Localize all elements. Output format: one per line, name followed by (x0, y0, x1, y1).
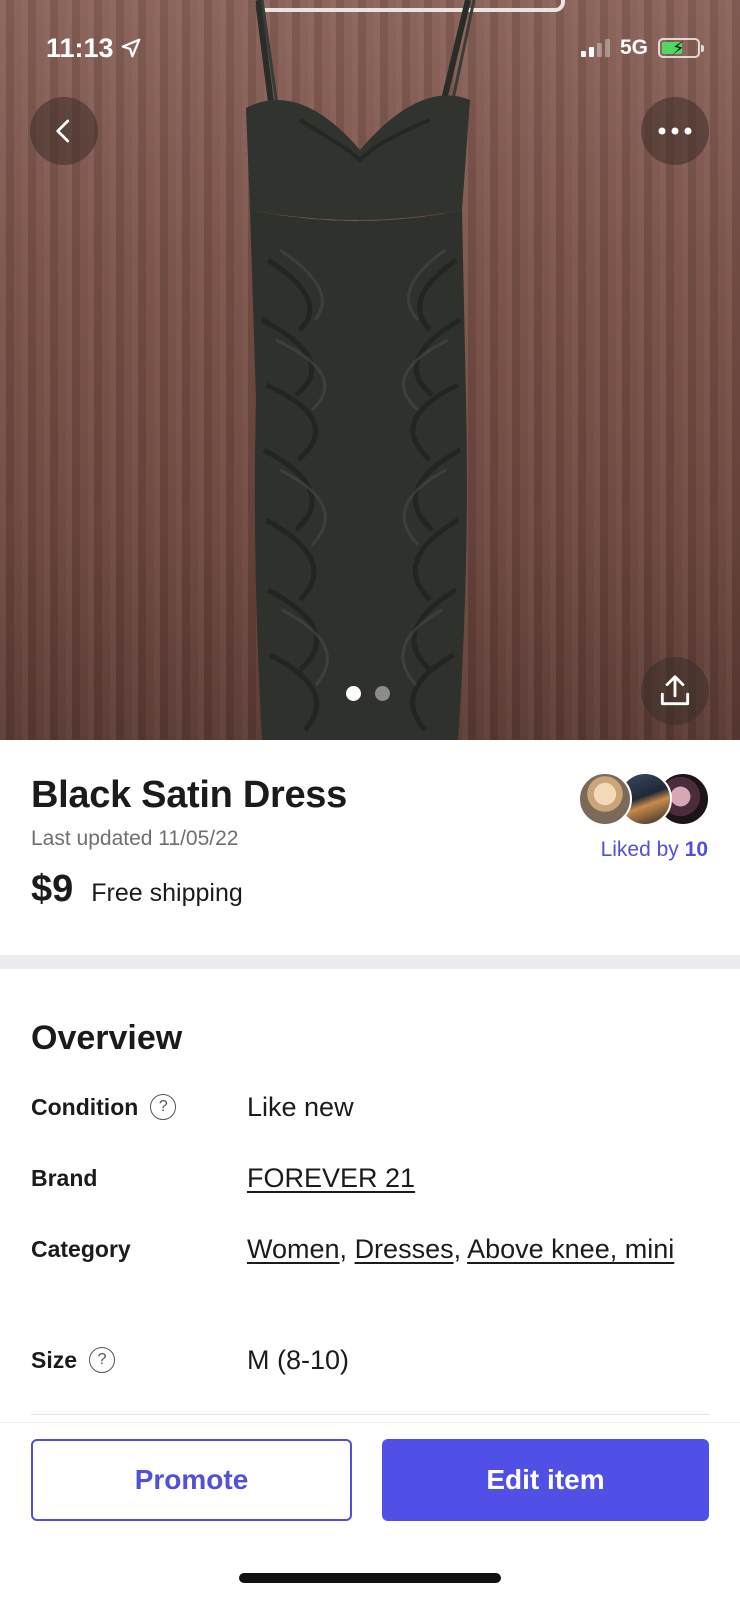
condition-label-wrap: Condition ? (31, 1086, 247, 1128)
category-label: Category (31, 1235, 131, 1262)
liked-count: 10 (684, 838, 708, 861)
chevron-left-icon (56, 119, 70, 143)
category-row: Category Women, Dresses, Above knee, min… (31, 1228, 711, 1270)
promote-button[interactable]: Promote (31, 1439, 352, 1521)
condition-label: Condition (31, 1093, 139, 1120)
size-row: Size ? M (8-10) (31, 1339, 711, 1381)
liked-by-link[interactable]: Liked by 10 (601, 838, 708, 862)
dress-image (246, 0, 476, 740)
share-icon (660, 675, 690, 706)
price-row: $9 Free shipping (31, 868, 243, 911)
battery-icon: ⚡ (658, 38, 704, 58)
listing-photo[interactable]: 11:13 5G ⚡ (0, 0, 740, 740)
price: $9 (31, 868, 74, 910)
avatar (578, 772, 632, 826)
liked-by-label: Liked by (600, 838, 679, 861)
edit-item-button[interactable]: Edit item (382, 1439, 709, 1521)
home-indicator[interactable] (239, 1573, 501, 1583)
photo-pagination[interactable] (346, 686, 390, 701)
more-options-button[interactable] (641, 97, 709, 165)
status-time-text: 11:13 (46, 32, 114, 63)
divider (31, 1414, 709, 1415)
brand-row: Brand FOREVER 21 (31, 1157, 711, 1199)
size-label-wrap: Size ? (31, 1339, 247, 1381)
brand-link[interactable]: FOREVER 21 (247, 1163, 415, 1193)
section-divider (0, 955, 740, 969)
more-horizontal-icon (658, 127, 692, 135)
category-link-above-knee-mini[interactable]: Above knee, mini (467, 1234, 674, 1264)
category-value: Women, Dresses, Above knee, mini (247, 1234, 675, 1264)
cellular-signal-icon (580, 39, 610, 57)
status-bar: 11:13 5G ⚡ (0, 0, 740, 96)
status-time: 11:13 (46, 33, 142, 64)
network-type: 5G (619, 36, 648, 59)
pagination-dot-2[interactable] (375, 686, 390, 701)
likers-avatars[interactable] (578, 772, 710, 828)
size-label: Size (31, 1346, 78, 1373)
listing-title: Black Satin Dress (31, 774, 347, 816)
brand-value-wrap: FOREVER 21 (247, 1157, 711, 1199)
category-link-women[interactable]: Women (247, 1234, 340, 1264)
location-arrow-icon (121, 38, 140, 58)
share-button[interactable] (641, 657, 709, 725)
condition-value: Like new (247, 1092, 354, 1122)
condition-row: Condition ? Like new (31, 1086, 711, 1128)
pagination-dot-1[interactable] (346, 686, 361, 701)
shipping-info: Free shipping (91, 879, 243, 907)
last-updated: Last updated 11/05/22 (31, 827, 239, 850)
overview-heading: Overview (31, 1019, 183, 1057)
size-value: M (8-10) (247, 1345, 350, 1375)
brand-label: Brand (31, 1164, 98, 1191)
question-circle-icon[interactable]: ? (150, 1094, 177, 1120)
back-button[interactable] (30, 97, 98, 165)
listing-header: Black Satin Dress Last updated 11/05/22 … (0, 740, 740, 955)
category-link-dresses[interactable]: Dresses (355, 1234, 454, 1264)
question-circle-icon[interactable]: ? (89, 1347, 116, 1373)
